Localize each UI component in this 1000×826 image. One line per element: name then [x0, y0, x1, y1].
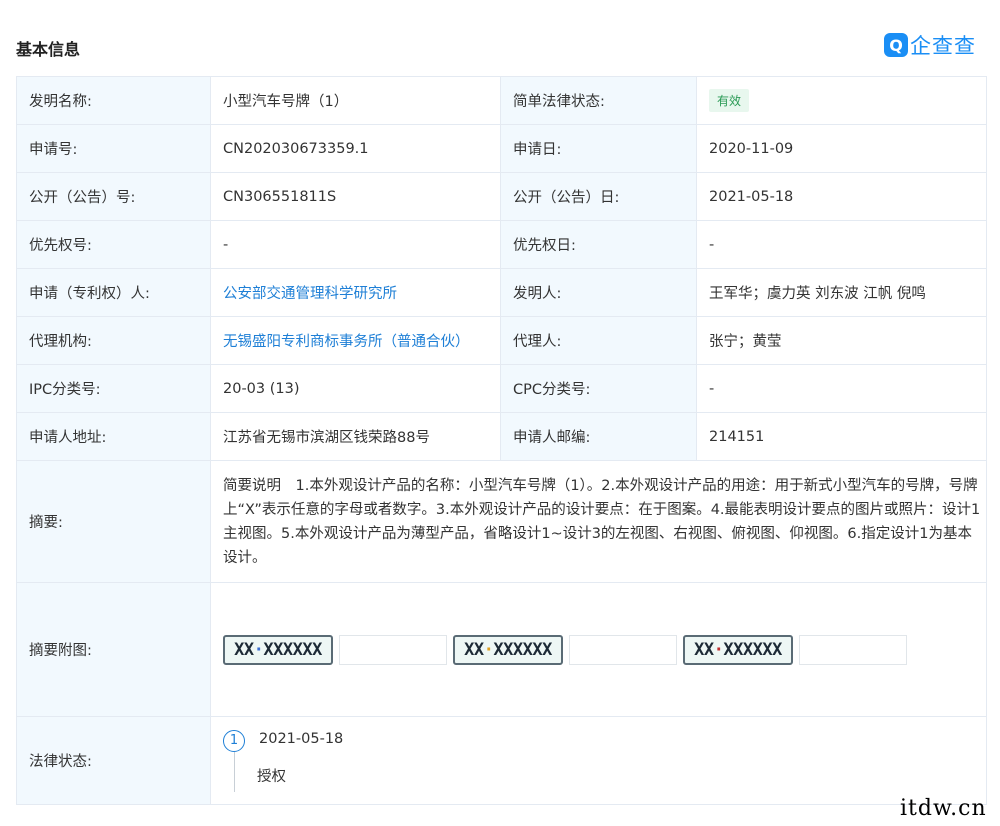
field-label: 申请人地址: [16, 412, 211, 461]
timeline-index: 1 [223, 729, 245, 752]
field-label: 法律状态: [16, 716, 211, 805]
watermark: itdw.cn [900, 796, 987, 821]
publication-date: 2021-05-18 [696, 172, 987, 221]
field-label: 申请（专利权）人: [16, 268, 211, 317]
table-row: 申请人地址: 江苏省无锡市滨湖区钱荣路88号 申请人邮编: 214151 [16, 412, 987, 461]
table-row: 优先权号: - 优先权日: - [16, 220, 987, 269]
agency-cell: 无锡盛阳专利商标事务所（普通合伙） [210, 316, 501, 365]
field-label: 摘要附图: [16, 582, 211, 717]
field-label: CPC分类号: [500, 364, 697, 413]
abstract-images: XX · XXXXXX XX · XXXXXX XX · XXXXXX [210, 582, 987, 717]
plate-images: XX · XXXXXX XX · XXXXXX XX · XXXXXX [223, 634, 986, 665]
license-plate: XX · XXXXXX [453, 634, 563, 665]
plate-thumbnail-blank [339, 634, 447, 665]
field-label: 摘要: [16, 460, 211, 583]
table-row: 法律状态: 1 2021-05-18 授权 [16, 716, 987, 805]
plate-image-2[interactable]: XX · XXXXXX [453, 634, 677, 665]
invention-name: 小型汽车号牌（1） [210, 76, 501, 125]
basic-info-table: 发明名称: 小型汽车号牌（1） 简单法律状态: 有效 申请号: CN202030… [16, 76, 987, 805]
timeline-date: 2021-05-18 [259, 730, 344, 747]
plate-thumbnail-blank [569, 634, 677, 665]
table-row: 摘要附图: XX · XXXXXX XX · XXXXXX XX · XXXXXX [16, 582, 987, 717]
plate-image-3[interactable]: XX · XXXXXX [683, 634, 907, 665]
table-row: IPC分类号: 20-03 (13) CPC分类号: - [16, 364, 987, 413]
field-label: IPC分类号: [16, 364, 211, 413]
timeline-status: 授权 [257, 768, 286, 785]
applicant-cell: 公安部交通管理科学研究所 [210, 268, 501, 317]
priority-number: - [210, 220, 501, 269]
qichacha-icon: Q [884, 33, 908, 57]
applicant-postcode: 214151 [696, 412, 987, 461]
field-label: 申请人邮编: [500, 412, 697, 461]
publication-number: CN306551811S [210, 172, 501, 221]
table-row: 公开（公告）号: CN306551811S 公开（公告）日: 2021-05-1… [16, 172, 987, 221]
section-title: 基本信息 [16, 40, 81, 59]
ipc-classification: 20-03 (13) [210, 364, 501, 413]
applicant-address: 江苏省无锡市滨湖区钱荣路88号 [210, 412, 501, 461]
field-label: 申请日: [500, 124, 697, 173]
inventors: 王军华；虞力英 刘东波 江帆 倪鸣 [696, 268, 987, 317]
plate-thumbnail-blank [799, 634, 907, 665]
table-row: 代理机构: 无锡盛阳专利商标事务所（普通合伙） 代理人: 张宁；黄莹 [16, 316, 987, 365]
license-plate: XX · XXXXXX [223, 634, 333, 665]
field-label: 简单法律状态: [500, 76, 697, 125]
brand-name: 企查查 [910, 34, 976, 58]
timeline-line [234, 751, 235, 792]
field-label: 发明人: [500, 268, 697, 317]
timeline-item: 1 2021-05-18 授权 [223, 718, 986, 804]
field-label: 代理人: [500, 316, 697, 365]
priority-date: - [696, 220, 987, 269]
field-label: 代理机构: [16, 316, 211, 365]
legal-status-cell: 有效 [696, 76, 987, 125]
brand-logo[interactable]: Q 企查查 [884, 30, 976, 60]
legal-status-timeline: 1 2021-05-18 授权 [210, 716, 987, 805]
plate-image-1[interactable]: XX · XXXXXX [223, 634, 447, 665]
application-date: 2020-11-09 [696, 124, 987, 173]
field-label: 公开（公告）日: [500, 172, 697, 221]
table-row: 申请号: CN202030673359.1 申请日: 2020-11-09 [16, 124, 987, 173]
field-label: 优先权号: [16, 220, 211, 269]
abstract-text: 简要说明 1.本外观设计产品的名称：小型汽车号牌（1）。2.本外观设计产品的用途… [210, 460, 987, 583]
table-row: 摘要: 简要说明 1.本外观设计产品的名称：小型汽车号牌（1）。2.本外观设计产… [16, 460, 987, 583]
cpc-classification: - [696, 364, 987, 413]
field-label: 发明名称: [16, 76, 211, 125]
header: 基本信息 Q 企查查 [0, 0, 1000, 76]
applicant-link[interactable]: 公安部交通管理科学研究所 [223, 286, 397, 302]
field-label: 公开（公告）号: [16, 172, 211, 221]
agency-link[interactable]: 无锡盛阳专利商标事务所（普通合伙） [223, 334, 470, 350]
agents: 张宁；黄莹 [696, 316, 987, 365]
status-badge: 有效 [709, 89, 750, 112]
application-number: CN202030673359.1 [210, 124, 501, 173]
field-label: 申请号: [16, 124, 211, 173]
table-row: 发明名称: 小型汽车号牌（1） 简单法律状态: 有效 [16, 76, 987, 125]
table-row: 申请（专利权）人: 公安部交通管理科学研究所 发明人: 王军华；虞力英 刘东波 … [16, 268, 987, 317]
license-plate: XX · XXXXXX [683, 634, 793, 665]
field-label: 优先权日: [500, 220, 697, 269]
